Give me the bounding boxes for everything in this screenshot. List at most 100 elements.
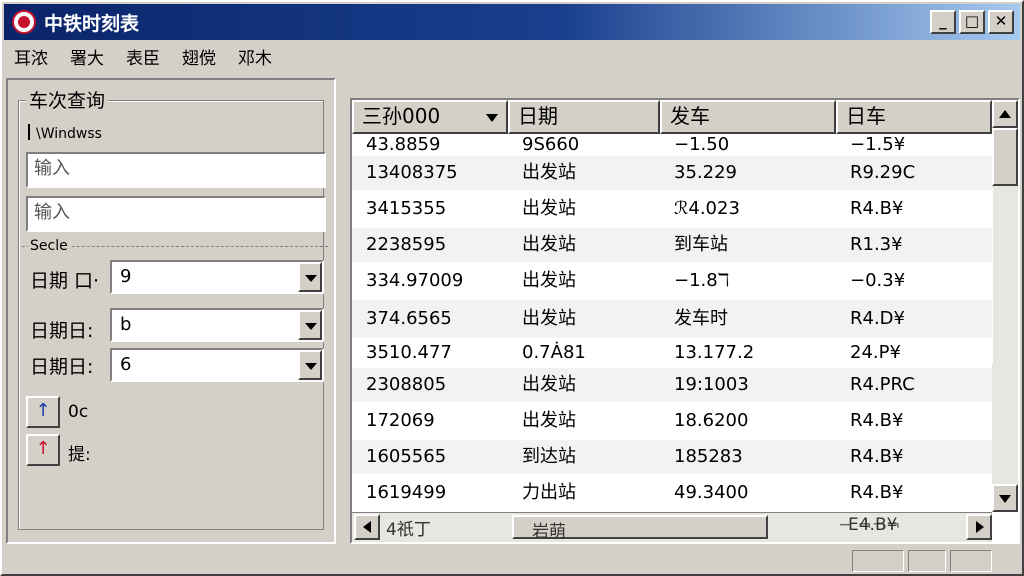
table-row[interactable]: 3510.477 0.7Ȧ81 13.177.2 24.P¥ [352, 338, 992, 368]
chevron-down-icon[interactable] [298, 310, 322, 340]
table-cell: 13408375 [366, 162, 458, 183]
table-cell: −1.50 [674, 134, 730, 155]
table-cell: R4.B¥ [850, 446, 904, 467]
table-row[interactable]: 2308805 出发站 19:1003 R4.PRC [352, 368, 992, 402]
maximize-button[interactable]: □ [959, 10, 985, 34]
date-select-2-value: b [120, 314, 132, 335]
menu-item-5[interactable]: 邓木 [236, 44, 274, 69]
table-cell: 出发站 [522, 374, 576, 395]
arrow-up-icon[interactable]: ↑ [26, 434, 60, 466]
table-cell: −0.3¥ [850, 270, 906, 291]
status-cell-1 [852, 550, 904, 572]
table-cell: 力出站 [522, 482, 576, 503]
date-select-3[interactable]: 6 [110, 348, 324, 382]
hscroll-thumb[interactable]: 岩萌 [512, 515, 768, 542]
table-cell: 0.7Ȧ81 [522, 342, 586, 363]
scroll-left-icon[interactable] [354, 514, 380, 540]
date-select-1-value: 9 [120, 266, 132, 287]
train-input[interactable]: 输入 [26, 152, 326, 188]
table-cell: 374.6565 [366, 308, 452, 329]
table-row[interactable]: 1605565 到达站 185283 R4.B¥ [352, 440, 992, 474]
table-cell: R4.D¥ [850, 308, 905, 329]
table-cell: 18.6200 [674, 410, 749, 431]
table-cell: 出发站 [522, 234, 576, 255]
table-cell: 出发站 [522, 410, 576, 431]
table-cell: 35.229 [674, 162, 737, 183]
column-header-train[interactable]: 三孙000 [352, 100, 508, 134]
hscroll-left-text: 4祇丁 [386, 520, 431, 540]
table-cell: 1605565 [366, 446, 447, 467]
minimize-button[interactable]: _ [930, 10, 956, 34]
table-cell: 到达站 [522, 446, 576, 467]
table-cell: R4.B¥ [850, 482, 904, 503]
table-body: 43.8859 9S660 −1.50 −1.5¥ 13408375 出发站 35.229 R… [352, 134, 992, 512]
table-cell: 3510.477 [366, 342, 452, 363]
window-title: 中铁时刻表 [44, 12, 140, 35]
chevron-down-icon[interactable] [298, 350, 322, 380]
menu-item-2[interactable]: 署大 [68, 44, 106, 69]
icon-button-label-2: 提: [68, 445, 91, 465]
table-cell: 出发站 [522, 270, 576, 291]
train-icon[interactable]: ↑ [26, 396, 60, 428]
icon-button-label-1: 0c [68, 402, 89, 422]
table-cell: 出发站 [522, 162, 576, 183]
date-label-2: 日期日: [30, 320, 94, 342]
table-header: 三孙000 日期 发车 日车 [352, 100, 992, 134]
table-cell: 172069 [366, 410, 435, 431]
vertical-scrollbar[interactable] [992, 100, 1018, 512]
station-input[interactable]: 输入 [26, 196, 326, 232]
date-select-3-value: 6 [120, 354, 132, 375]
menu-bar: 耳浓 署大 表臣 翅傥 邓木 [4, 42, 1020, 70]
hscroll-right-text: E4.B¥ [848, 515, 898, 535]
table-row[interactable]: 334.97009 出发站 −1.8ℸ −0.3¥ [352, 262, 992, 300]
scroll-up-icon[interactable] [992, 100, 1018, 128]
chevron-down-icon[interactable] [298, 262, 322, 292]
table-row[interactable]: 2238595 出发站 到车站 R1.3¥ [352, 228, 992, 262]
table-row[interactable]: 13408375 出发站 35.229 R9.29C [352, 156, 992, 190]
scroll-right-icon[interactable] [966, 514, 992, 540]
table-row[interactable]: 1619499 力出站 49.3400 R4.B¥ [352, 474, 992, 512]
table-cell: 334.97009 [366, 270, 464, 291]
table-cell: 24.P¥ [850, 342, 901, 363]
status-cell-2 [908, 550, 946, 572]
app-window: 中铁时刻表 _ □ ✕ 耳浓 署大 表臣 翅傥 邓木 车次查询 \Windwss… [0, 0, 1024, 576]
menu-item-3[interactable]: 表臣 [124, 44, 162, 69]
table-cell: R1.3¥ [850, 234, 903, 255]
scroll-down-icon[interactable] [992, 484, 1018, 512]
column-header-arrive[interactable]: 日车 [836, 100, 992, 134]
query-panel: 车次查询 \Windwss 输入 输入 Secle 日期 口· 9 日期日: b… [6, 78, 336, 544]
table-row[interactable]: 374.6565 出发站 发车时 R4.D¥ [352, 300, 992, 338]
column-header-depart[interactable]: 发车 [660, 100, 836, 134]
table-cell: 9S660 [522, 134, 580, 155]
path-label: \Windwss [36, 126, 102, 142]
menu-item-4[interactable]: 翅傥 [180, 44, 218, 69]
date-label-1: 日期 口· [30, 270, 100, 292]
table-cell: R9.29C [850, 162, 916, 183]
table-row[interactable]: 43.8859 9S660 −1.50 −1.5¥ [352, 134, 992, 156]
table-cell: ℛ4.023 [674, 198, 740, 219]
table-cell: 到车站 [674, 234, 728, 255]
sort-down-icon[interactable] [486, 114, 498, 122]
table-row[interactable]: 3415355 出发站 ℛ4.023 R4.B¥ [352, 190, 992, 228]
date-select-2[interactable]: b [110, 308, 324, 342]
scroll-track[interactable] [992, 188, 1018, 364]
table-cell: 1619499 [366, 482, 447, 503]
date-select-1[interactable]: 9 [110, 260, 324, 294]
table-cell: 2308805 [366, 374, 447, 395]
scroll-thumb[interactable] [992, 128, 1018, 186]
table-row[interactable]: 172069 出发站 18.6200 R4.B¥ [352, 402, 992, 440]
table-cell: R4.B¥ [850, 410, 904, 431]
text-cursor-icon [28, 124, 30, 140]
table-cell: R4.B¥ [850, 198, 904, 219]
close-button[interactable]: ✕ [988, 10, 1014, 34]
title-bar[interactable]: 中铁时刻表 _ □ ✕ [4, 4, 1020, 40]
column-header-date[interactable]: 日期 [508, 100, 660, 134]
menu-item-1[interactable]: 耳浓 [12, 44, 50, 69]
table-cell: 49.3400 [674, 482, 749, 503]
table-cell: 出发站 [522, 308, 576, 329]
horizontal-scrollbar[interactable]: 4祇丁 岩萌 − ¬¬¬ E4.B¥ [352, 512, 992, 542]
query-group-title: 车次查询 [26, 86, 109, 113]
date-label-3: 日期日: [30, 356, 94, 378]
table-cell: 2238595 [366, 234, 447, 255]
table-cell: −1.8ℸ [674, 270, 730, 291]
